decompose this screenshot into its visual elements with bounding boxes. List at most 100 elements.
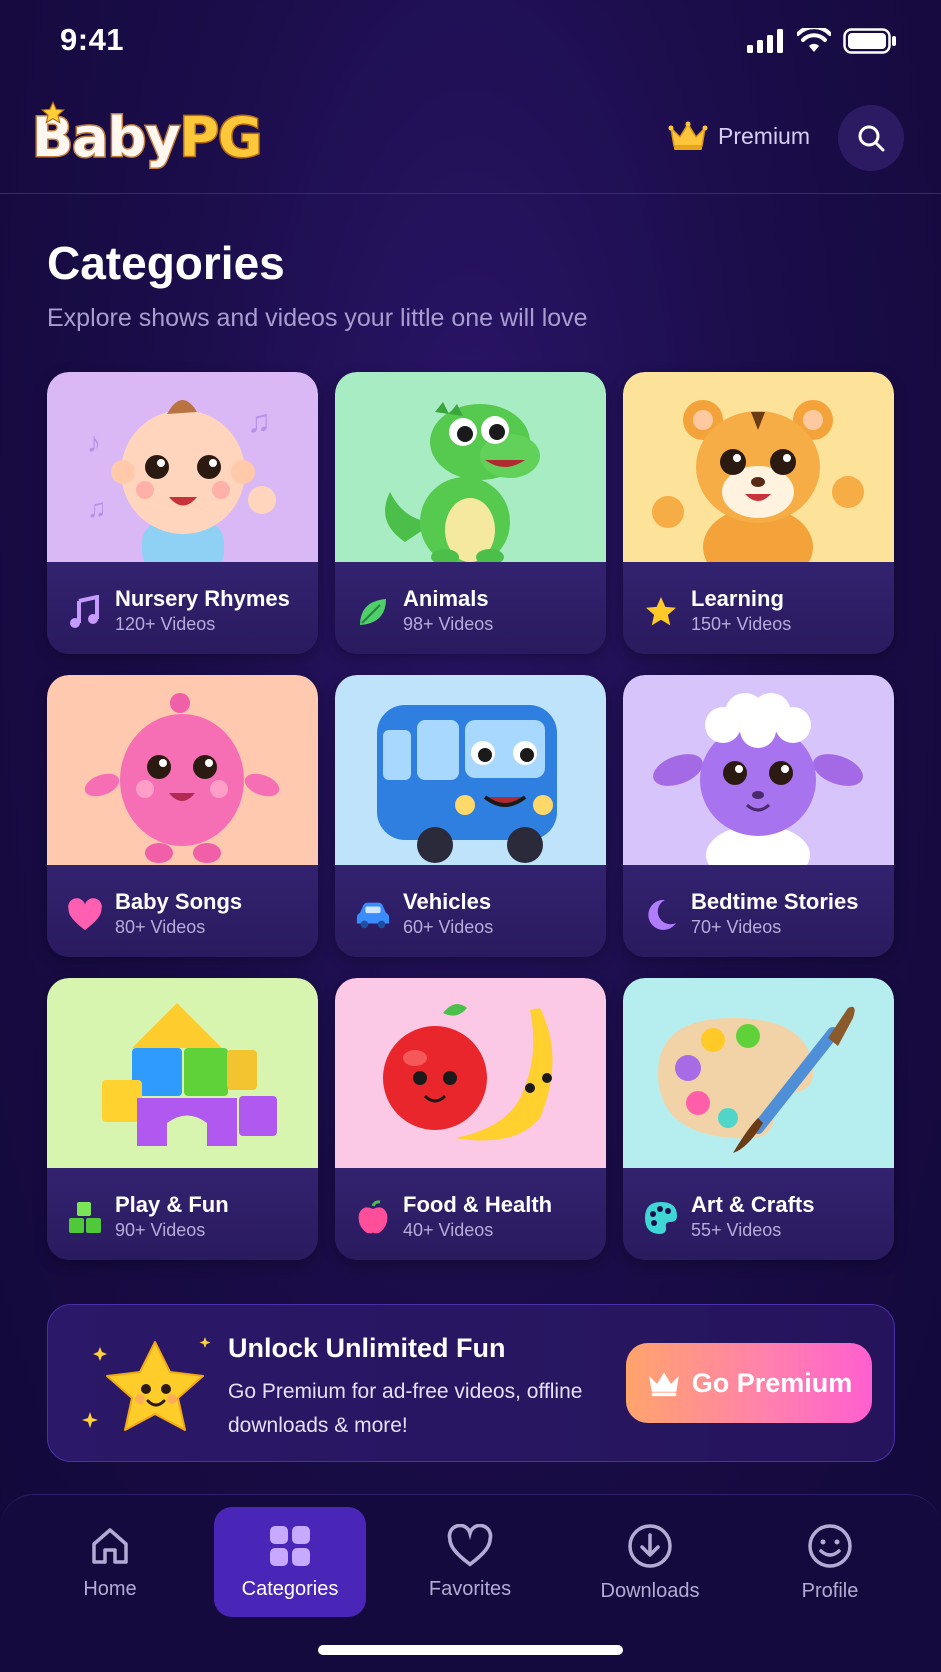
go-premium-label: Go Premium — [691, 1367, 853, 1398]
nav-item-categories[interactable]: Categories — [214, 1507, 366, 1617]
category-image-baby: ♪ ♫ ♫ — [47, 372, 318, 562]
category-info: Animals 98+ Videos — [335, 562, 606, 654]
leaf-icon — [355, 594, 391, 630]
category-image-bus — [335, 675, 606, 865]
premium-label: Premium — [718, 122, 811, 149]
search-button[interactable] — [838, 105, 904, 171]
logo-star-icon — [40, 100, 66, 124]
category-count: 90+ Videos — [115, 1220, 206, 1240]
category-card-vehicles[interactable]: Vehicles 60+ Videos — [335, 675, 606, 957]
battery-icon — [843, 28, 896, 54]
palette-illustration — [658, 1006, 855, 1153]
premium-promo-banner: Unlock Unlimited Fun Go Premium for ad-f… — [47, 1304, 895, 1462]
crown-icon — [648, 1372, 679, 1397]
grid-icon — [270, 1525, 310, 1566]
svg-text:♪: ♪ — [87, 427, 101, 458]
category-name: Art & Crafts — [691, 1192, 815, 1217]
category-name: Learning — [691, 586, 784, 611]
category-info: Nursery Rhymes 120+ Videos — [47, 562, 318, 654]
go-premium-button[interactable]: Go Premium — [626, 1343, 872, 1423]
smile-icon — [808, 1523, 852, 1568]
category-info: Learning 150+ Videos — [623, 562, 894, 654]
palette-icon — [643, 1200, 679, 1236]
moon-icon — [643, 897, 679, 933]
category-name: Baby Songs — [115, 889, 243, 914]
category-info: Vehicles 60+ Videos — [335, 865, 606, 957]
app-logo[interactable]: BabyPG — [30, 105, 264, 171]
category-info: Bedtime Stories 70+ Videos — [623, 865, 894, 957]
category-count: 80+ Videos — [115, 917, 206, 937]
star-icon — [643, 594, 679, 630]
fruit-illustration — [383, 1004, 553, 1141]
home-icon — [92, 1527, 128, 1564]
category-count: 60+ Videos — [403, 917, 494, 937]
category-image-fruit — [335, 978, 606, 1168]
nav-item-profile[interactable]: Profile — [754, 1507, 906, 1617]
nav-label: Favorites — [428, 1577, 512, 1600]
category-card-play-fun[interactable]: Play & Fun 90+ Videos — [47, 978, 318, 1260]
category-card-learning[interactable]: Learning 150+ Videos — [623, 372, 894, 654]
page-title: Categories — [47, 237, 285, 289]
category-image-dinosaur — [335, 372, 606, 562]
category-card-food-health[interactable]: Food & Health 40+ Videos — [335, 978, 606, 1260]
nav-item-home[interactable]: Home — [34, 1507, 186, 1617]
heart-outline-icon — [447, 1523, 493, 1567]
blocks-illustration — [102, 1003, 277, 1146]
car-icon — [355, 897, 391, 933]
status-icons — [747, 28, 897, 54]
nav-label: Profile — [801, 1579, 859, 1602]
apple-icon — [355, 1200, 391, 1236]
status-bar: 9:41 — [0, 0, 941, 82]
premium-link[interactable]: Premium — [668, 120, 810, 152]
category-name: Vehicles — [403, 889, 492, 914]
category-count: 40+ Videos — [403, 1220, 494, 1240]
category-count: 150+ Videos — [691, 614, 792, 634]
category-info: Baby Songs 80+ Videos — [47, 865, 318, 957]
pink-blob-illustration — [84, 693, 280, 863]
category-card-baby-songs[interactable]: Baby Songs 80+ Videos — [47, 675, 318, 957]
logo-text-pg: PG — [178, 105, 264, 171]
category-card-art-crafts[interactable]: Art & Crafts 55+ Videos — [623, 978, 894, 1260]
category-count: 70+ Videos — [691, 917, 782, 937]
svg-text:♫: ♫ — [247, 403, 271, 439]
status-time: 9:41 — [60, 22, 125, 57]
search-icon — [858, 125, 885, 152]
heart-icon — [67, 897, 103, 933]
home-indicator — [318, 1645, 623, 1655]
category-info: Play & Fun 90+ Videos — [47, 1168, 318, 1260]
category-name: Nursery Rhymes — [115, 586, 290, 611]
category-name: Play & Fun — [115, 1192, 229, 1217]
category-image-tiger — [623, 372, 894, 562]
category-name: Animals — [403, 586, 489, 611]
category-info: Art & Crafts 55+ Videos — [623, 1168, 894, 1260]
star-mascot-icon — [82, 1337, 210, 1431]
category-card-bedtime-stories[interactable]: Bedtime Stories 70+ Videos — [623, 675, 894, 957]
svg-text:♫: ♫ — [87, 493, 107, 523]
wifi-icon — [797, 28, 831, 52]
nav-label: Downloads — [600, 1579, 700, 1602]
sheep-illustration — [653, 693, 863, 865]
category-image-blocks — [47, 978, 318, 1168]
baby-illustration: ♪ ♫ ♫ — [87, 399, 276, 562]
app-header: BabyPG Premium — [0, 90, 941, 194]
promo-description: Go Premium for ad-free videos, offline d… — [228, 1380, 583, 1437]
crown-icon — [668, 121, 708, 150]
promo-title: Unlock Unlimited Fun — [228, 1333, 506, 1363]
tiger-illustration — [652, 400, 864, 562]
category-name: Bedtime Stories — [691, 889, 859, 914]
blocks-icon — [67, 1200, 103, 1236]
page-subtitle: Explore shows and videos your little one… — [47, 304, 588, 332]
category-count: 120+ Videos — [115, 614, 216, 634]
music-note-icon — [67, 594, 103, 630]
dinosaur-illustration — [385, 402, 540, 562]
category-name: Food & Health — [403, 1192, 553, 1217]
category-card-nursery-rhymes[interactable]: ♪ ♫ ♫ Nursery Rhymes 120+ Videos — [47, 372, 318, 654]
bus-illustration — [377, 705, 557, 863]
category-count: 98+ Videos — [403, 614, 494, 634]
nav-item-downloads[interactable]: Downloads — [574, 1507, 726, 1617]
category-info: Food & Health 40+ Videos — [335, 1168, 606, 1260]
nav-item-favorites[interactable]: Favorites — [394, 1507, 546, 1617]
category-card-animals[interactable]: Animals 98+ Videos — [335, 372, 606, 654]
category-grid: ♪ ♫ ♫ Nursery Rhymes 120+ Videos Animals… — [47, 372, 895, 1260]
nav-label: Home — [83, 1577, 137, 1600]
